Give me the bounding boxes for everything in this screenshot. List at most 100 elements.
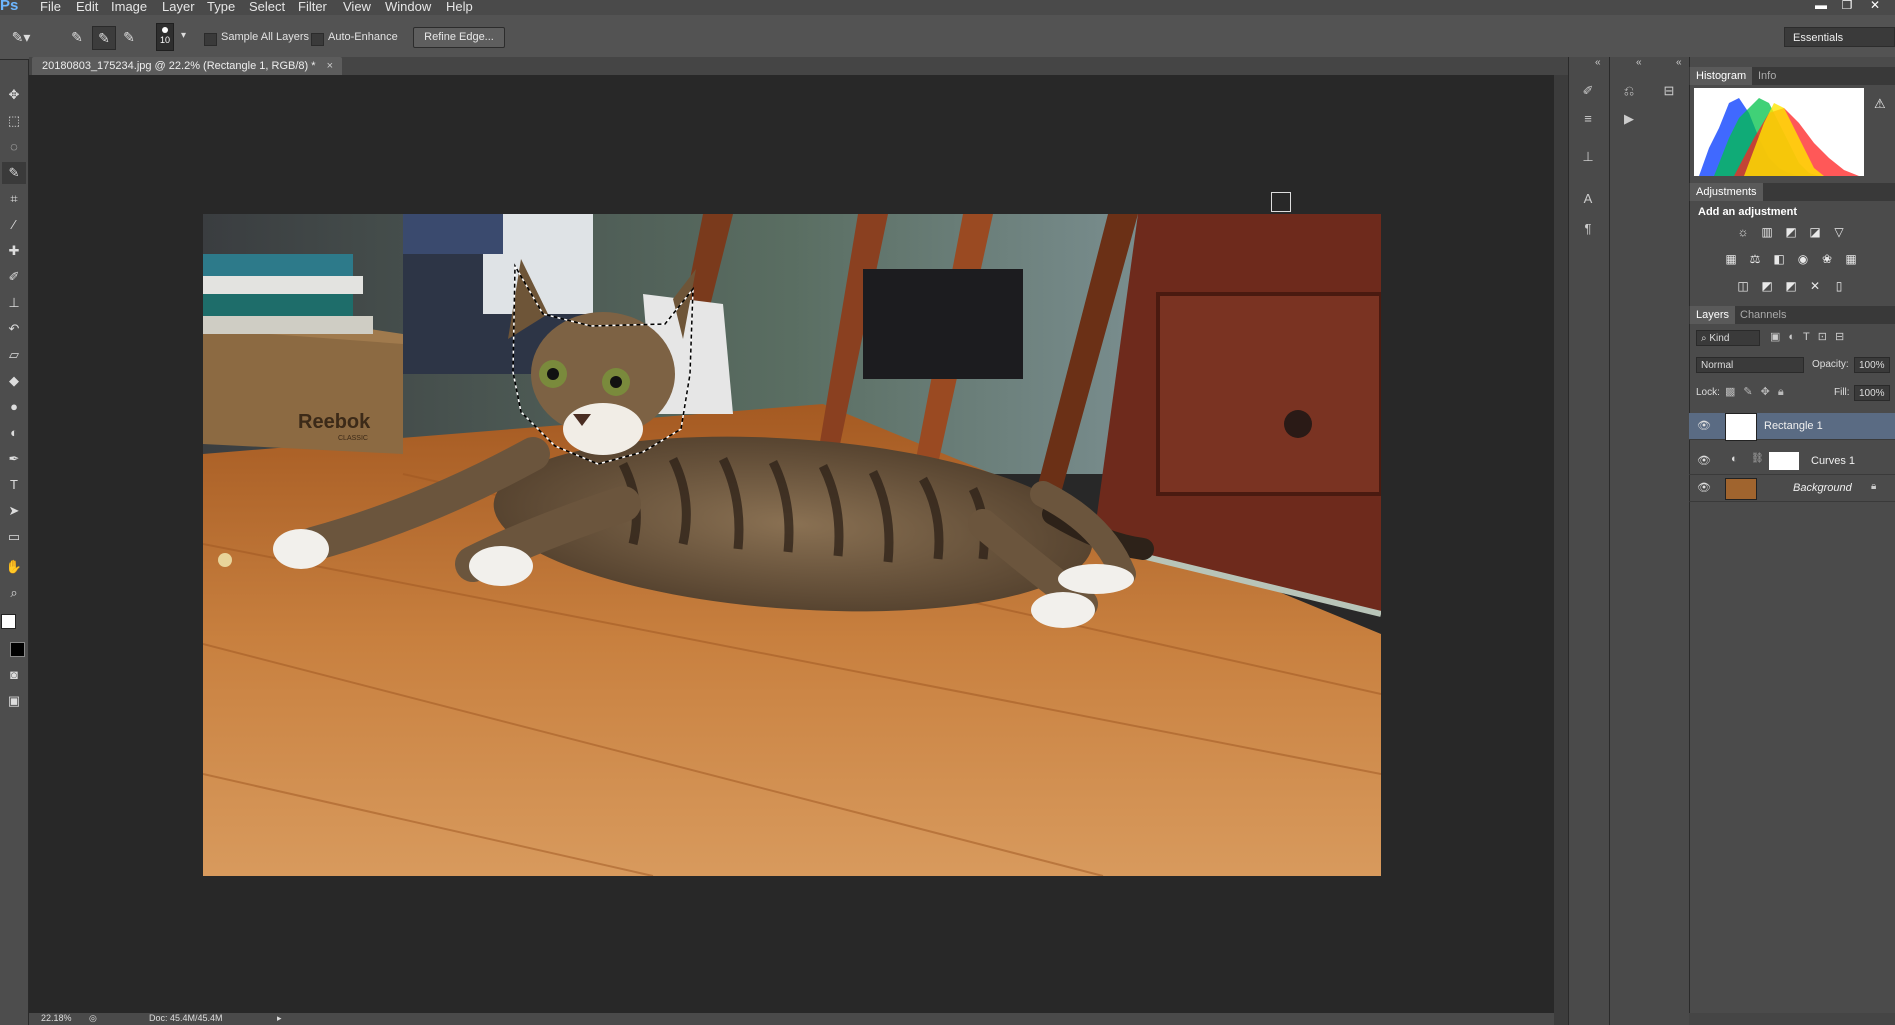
- close-window-icon[interactable]: ✕: [1864, 0, 1886, 12]
- hue-saturation-icon[interactable]: ⚖: [1746, 251, 1764, 267]
- color-balance-icon[interactable]: ◧: [1770, 251, 1788, 267]
- menu-view[interactable]: View: [343, 0, 371, 14]
- layer-mask-thumbnail[interactable]: [1769, 452, 1799, 470]
- quick-mask-icon[interactable]: ◙: [2, 664, 26, 686]
- menu-file[interactable]: File: [40, 0, 61, 14]
- path-selection-tool-icon[interactable]: ➤: [2, 500, 26, 522]
- threshold-icon[interactable]: ◩: [1782, 278, 1800, 294]
- collapse-dock3-icon[interactable]: «: [1676, 57, 1682, 68]
- eraser-tool-icon[interactable]: ▱: [2, 344, 26, 366]
- brightness-contrast-icon[interactable]: ☼: [1734, 224, 1752, 240]
- brush-dropdown-icon[interactable]: ▾: [181, 30, 186, 41]
- rectangle-shape-outline[interactable]: [1271, 192, 1291, 212]
- black-white-icon[interactable]: ◉: [1794, 251, 1812, 267]
- lasso-tool-icon[interactable]: ◌: [2, 136, 26, 158]
- history-brush-tool-icon[interactable]: ↶: [2, 318, 26, 340]
- visibility-eye-icon[interactable]: 👁︎: [1697, 419, 1711, 433]
- layer-row-rectangle-1[interactable]: 👁︎ Rectangle 1: [1689, 413, 1895, 441]
- layer-name[interactable]: Background: [1793, 482, 1852, 494]
- link-chain-icon[interactable]: ⛓: [1751, 453, 1764, 464]
- restore-icon[interactable]: ❐: [1836, 0, 1858, 12]
- menu-window[interactable]: Window: [385, 0, 431, 14]
- visibility-eye-icon[interactable]: 👁︎: [1697, 481, 1711, 495]
- blur-tool-icon[interactable]: ●: [2, 396, 26, 418]
- move-tool-icon[interactable]: ✥: [2, 84, 26, 106]
- clone-source-icon[interactable]: ⊥: [1575, 146, 1601, 168]
- tab-channels[interactable]: Channels: [1734, 306, 1792, 324]
- refine-edge-button[interactable]: Refine Edge...: [413, 27, 505, 48]
- history-panel-icon[interactable]: ⎌: [1616, 80, 1642, 102]
- curves-icon[interactable]: ◩: [1782, 224, 1800, 240]
- eyedropper-tool-icon[interactable]: ⁄: [2, 214, 26, 236]
- collapse-dock2-icon[interactable]: «: [1636, 57, 1642, 68]
- crop-tool-icon[interactable]: ⌗: [2, 188, 26, 210]
- status-menu-arrow-icon[interactable]: ▸: [277, 1013, 282, 1024]
- menu-help[interactable]: Help: [446, 0, 473, 14]
- posterize-icon[interactable]: ◩: [1758, 278, 1776, 294]
- workspace-switcher[interactable]: Essentials: [1784, 27, 1895, 47]
- exposure-icon[interactable]: ◪: [1806, 224, 1824, 240]
- screen-mode-icon[interactable]: ▣: [2, 690, 26, 712]
- pen-tool-icon[interactable]: ✒: [2, 448, 26, 470]
- foreground-color-swatch[interactable]: [1, 614, 16, 629]
- rectangle-tool-icon[interactable]: ▭: [2, 526, 26, 548]
- quick-selection-tool-icon[interactable]: ✎: [2, 162, 26, 184]
- type-tool-icon[interactable]: T: [2, 474, 26, 496]
- blend-mode-select[interactable]: Normal: [1696, 357, 1804, 373]
- menu-edit[interactable]: Edit: [76, 0, 98, 14]
- gradient-map-icon[interactable]: ▯: [1830, 278, 1848, 294]
- properties-panel-icon[interactable]: ⊟: [1656, 80, 1682, 102]
- layer-row-background[interactable]: 👁︎ Background 🔒︎: [1689, 475, 1895, 502]
- selective-color-icon[interactable]: ✕: [1806, 278, 1824, 294]
- healing-brush-tool-icon[interactable]: ✚: [2, 240, 26, 262]
- tab-layers[interactable]: Layers: [1690, 306, 1736, 324]
- brush-size-picker[interactable]: 10: [156, 23, 174, 51]
- document-tab[interactable]: 20180803_175234.jpg @ 22.2% (Rectangle 1…: [32, 57, 342, 75]
- zoom-tool-icon[interactable]: ⌕: [2, 582, 26, 604]
- tab-histogram[interactable]: Histogram: [1690, 67, 1753, 85]
- brush-tool-icon[interactable]: ✐: [2, 266, 26, 288]
- menu-select[interactable]: Select: [249, 0, 285, 14]
- gradient-triangle-icon[interactable]: ▽: [1830, 224, 1848, 240]
- auto-enhance-checkbox[interactable]: [311, 33, 324, 46]
- menu-filter[interactable]: Filter: [298, 0, 327, 14]
- add-to-selection-brush-icon[interactable]: ✎: [92, 26, 116, 50]
- color-lookup-icon[interactable]: ▦: [1842, 251, 1860, 267]
- visibility-eye-icon[interactable]: 👁︎: [1697, 454, 1711, 468]
- layer-filter-kind[interactable]: ⌕ Kind: [1696, 330, 1760, 346]
- tab-info[interactable]: Info: [1752, 67, 1782, 85]
- fill-input[interactable]: 100%: [1854, 385, 1890, 401]
- marquee-tool-icon[interactable]: ⬚: [2, 110, 26, 132]
- levels-icon[interactable]: ▥: [1758, 224, 1776, 240]
- subtract-selection-brush-icon[interactable]: ✎: [118, 26, 140, 48]
- paragraph-panel-icon[interactable]: ¶: [1575, 218, 1601, 240]
- minimize-icon[interactable]: ▬: [1810, 0, 1832, 12]
- layer-filter-icons[interactable]: ▣◐T⊡⊟: [1770, 330, 1852, 343]
- layer-name[interactable]: Curves 1: [1811, 455, 1855, 467]
- sample-all-layers-checkbox[interactable]: [204, 33, 217, 46]
- menu-type[interactable]: Type: [207, 0, 235, 14]
- character-panel-icon[interactable]: A: [1575, 188, 1601, 210]
- status-info-icon[interactable]: ◎: [89, 1013, 97, 1024]
- opacity-input[interactable]: 100%: [1854, 357, 1890, 373]
- new-selection-brush-icon[interactable]: ✎: [66, 26, 88, 48]
- menu-layer[interactable]: Layer: [162, 0, 195, 14]
- clone-stamp-tool-icon[interactable]: ⊥: [2, 292, 26, 314]
- menu-image[interactable]: Image: [111, 0, 147, 14]
- layer-row-curves-1[interactable]: 👁︎ ◐ ⛓ Curves 1: [1689, 448, 1895, 475]
- brush-presets-icon[interactable]: ≡: [1575, 108, 1601, 130]
- tab-adjustments[interactable]: Adjustments: [1690, 183, 1763, 201]
- dodge-tool-icon[interactable]: ◐: [2, 422, 26, 444]
- layer-name[interactable]: Rectangle 1: [1764, 420, 1823, 432]
- hand-tool-icon[interactable]: ✋: [2, 556, 26, 578]
- brush-panel-icon[interactable]: ✐: [1575, 80, 1601, 102]
- lock-icons[interactable]: ▩✎✥🔒︎: [1725, 385, 1792, 399]
- cat-photo[interactable]: Reebok CLASSIC: [203, 214, 1381, 876]
- background-color-swatch[interactable]: [10, 642, 25, 657]
- collapse-dock1-icon[interactable]: «: [1595, 57, 1601, 68]
- actions-panel-icon[interactable]: ▶: [1616, 108, 1642, 130]
- histogram-warning-icon[interactable]: ⚠: [1874, 96, 1886, 112]
- paint-bucket-tool-icon[interactable]: ◆: [2, 370, 26, 392]
- invert-icon[interactable]: ◫: [1734, 278, 1752, 294]
- vibrance-icon[interactable]: ▦: [1722, 251, 1740, 267]
